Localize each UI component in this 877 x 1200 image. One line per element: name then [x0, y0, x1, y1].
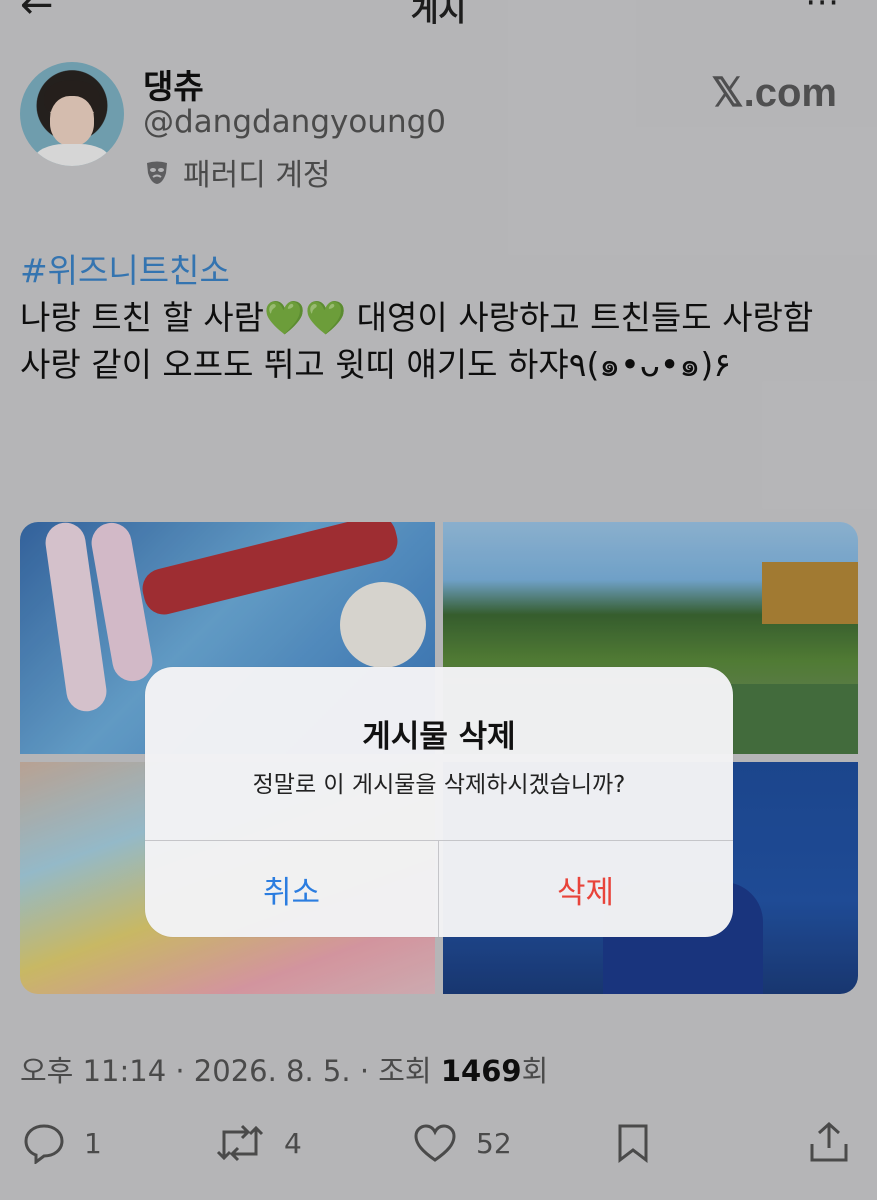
modal-backdrop[interactable]: [0, 0, 877, 1200]
cancel-button[interactable]: 취소: [145, 841, 438, 937]
dialog-title: 게시물 삭제: [362, 719, 516, 755]
dialog-message: 정말로 이 게시물을 삭제하시겠습니까?: [252, 772, 626, 798]
delete-confirm-dialog: 게시물 삭제 정말로 이 게시물을 삭제하시겠습니까? 취소 삭제: [145, 667, 733, 937]
delete-button[interactable]: 삭제: [439, 841, 732, 937]
